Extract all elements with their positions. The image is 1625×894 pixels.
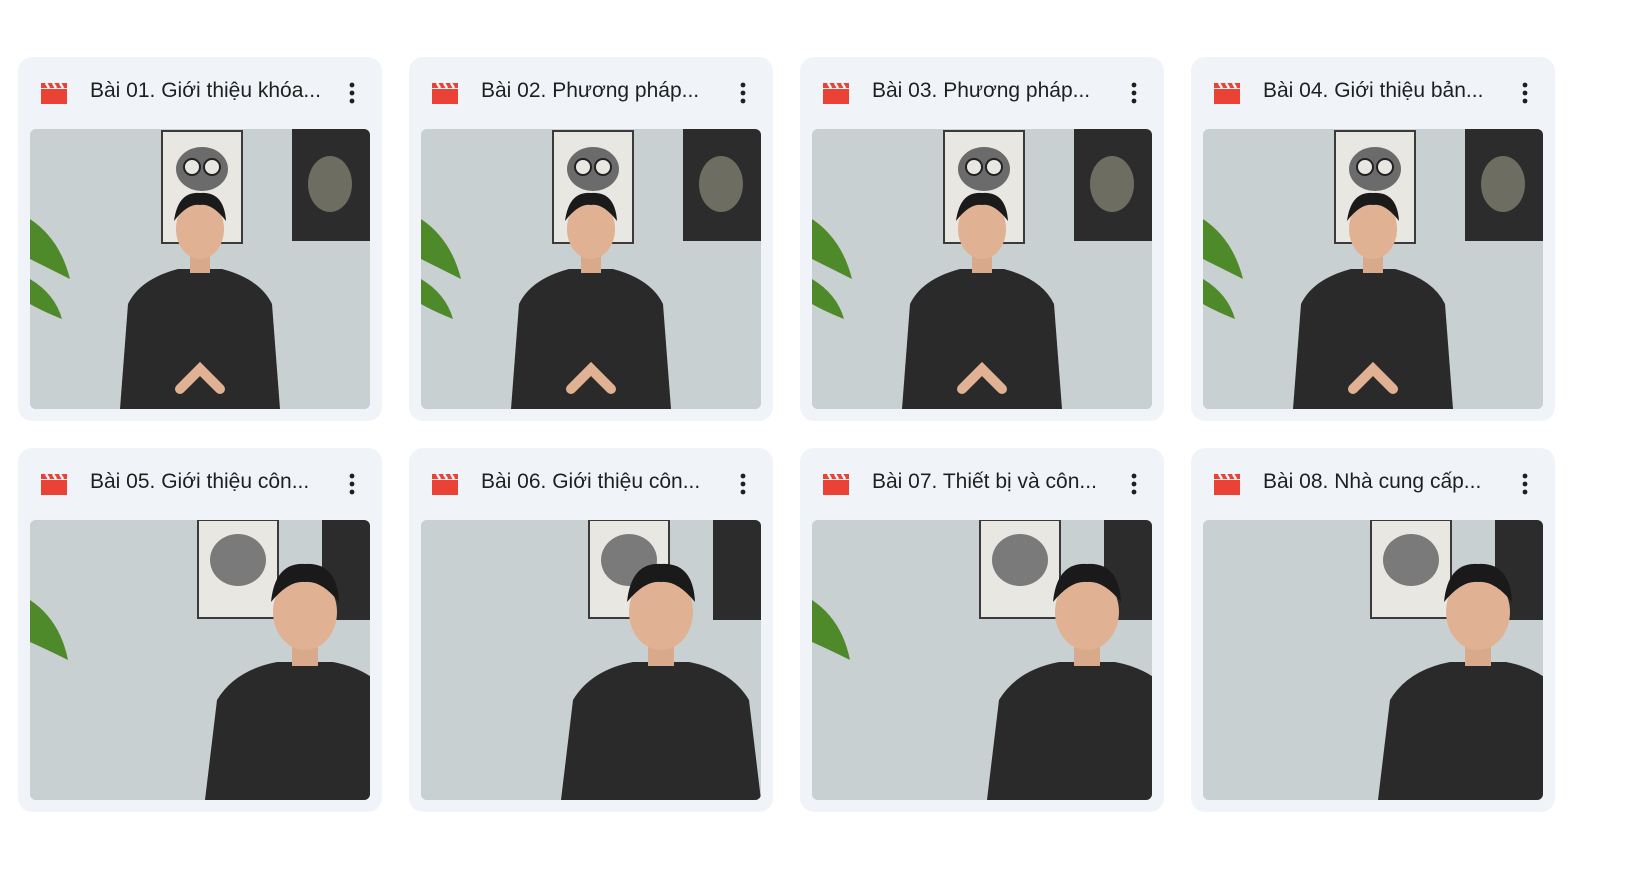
more-vert-icon [349, 473, 355, 495]
video-clapper-icon [40, 81, 68, 105]
file-card-04[interactable]: Bài 04. Giới thiệu bản... [1191, 57, 1555, 421]
file-card-05[interactable]: Bài 05. Giới thiệu côn... [18, 448, 382, 812]
more-options-button[interactable] [727, 77, 759, 109]
more-vert-icon [1131, 82, 1137, 104]
file-card-08[interactable]: Bài 08. Nhà cung cấp... [1191, 448, 1555, 812]
file-title: Bài 05. Giới thiệu côn... [90, 470, 310, 493]
video-clapper-icon [822, 81, 850, 105]
video-thumbnail [421, 129, 761, 409]
file-title: Bài 06. Giới thiệu côn... [481, 470, 701, 493]
more-options-button[interactable] [336, 77, 368, 109]
file-card-02[interactable]: Bài 02. Phương pháp... [409, 57, 773, 421]
file-title: Bài 01. Giới thiệu khóa... [90, 79, 321, 102]
more-vert-icon [1522, 82, 1528, 104]
video-thumbnail [30, 520, 370, 800]
video-clapper-icon [431, 472, 459, 496]
file-card-01[interactable]: Bài 01. Giới thiệu khóa... [18, 57, 382, 421]
video-thumbnail [812, 520, 1152, 800]
video-clapper-icon [1213, 472, 1241, 496]
file-title: Bài 02. Phương pháp... [481, 79, 700, 102]
video-clapper-icon [1213, 81, 1241, 105]
more-options-button[interactable] [336, 468, 368, 500]
more-options-button[interactable] [1509, 77, 1541, 109]
file-grid: Bài 01. Giới thiệu khóa... Bài 02. Phươn… [18, 57, 1555, 812]
file-title: Bài 03. Phương pháp... [872, 79, 1091, 102]
more-vert-icon [1131, 473, 1137, 495]
video-clapper-icon [822, 472, 850, 496]
video-thumbnail [1203, 520, 1543, 800]
more-options-button[interactable] [1509, 468, 1541, 500]
more-vert-icon [740, 473, 746, 495]
file-title: Bài 04. Giới thiệu bản... [1263, 79, 1484, 102]
video-thumbnail [1203, 129, 1543, 409]
more-vert-icon [740, 82, 746, 104]
file-card-06[interactable]: Bài 06. Giới thiệu côn... [409, 448, 773, 812]
video-thumbnail [421, 520, 761, 800]
more-options-button[interactable] [727, 468, 759, 500]
video-clapper-icon [40, 472, 68, 496]
video-thumbnail [812, 129, 1152, 409]
more-vert-icon [1522, 473, 1528, 495]
more-vert-icon [349, 82, 355, 104]
more-options-button[interactable] [1118, 77, 1150, 109]
file-card-07[interactable]: Bài 07. Thiết bị và côn... [800, 448, 1164, 812]
video-clapper-icon [431, 81, 459, 105]
more-options-button[interactable] [1118, 468, 1150, 500]
file-title: Bài 08. Nhà cung cấp... [1263, 470, 1482, 493]
file-title: Bài 07. Thiết bị và côn... [872, 470, 1097, 493]
file-card-03[interactable]: Bài 03. Phương pháp... [800, 57, 1164, 421]
video-thumbnail [30, 129, 370, 409]
